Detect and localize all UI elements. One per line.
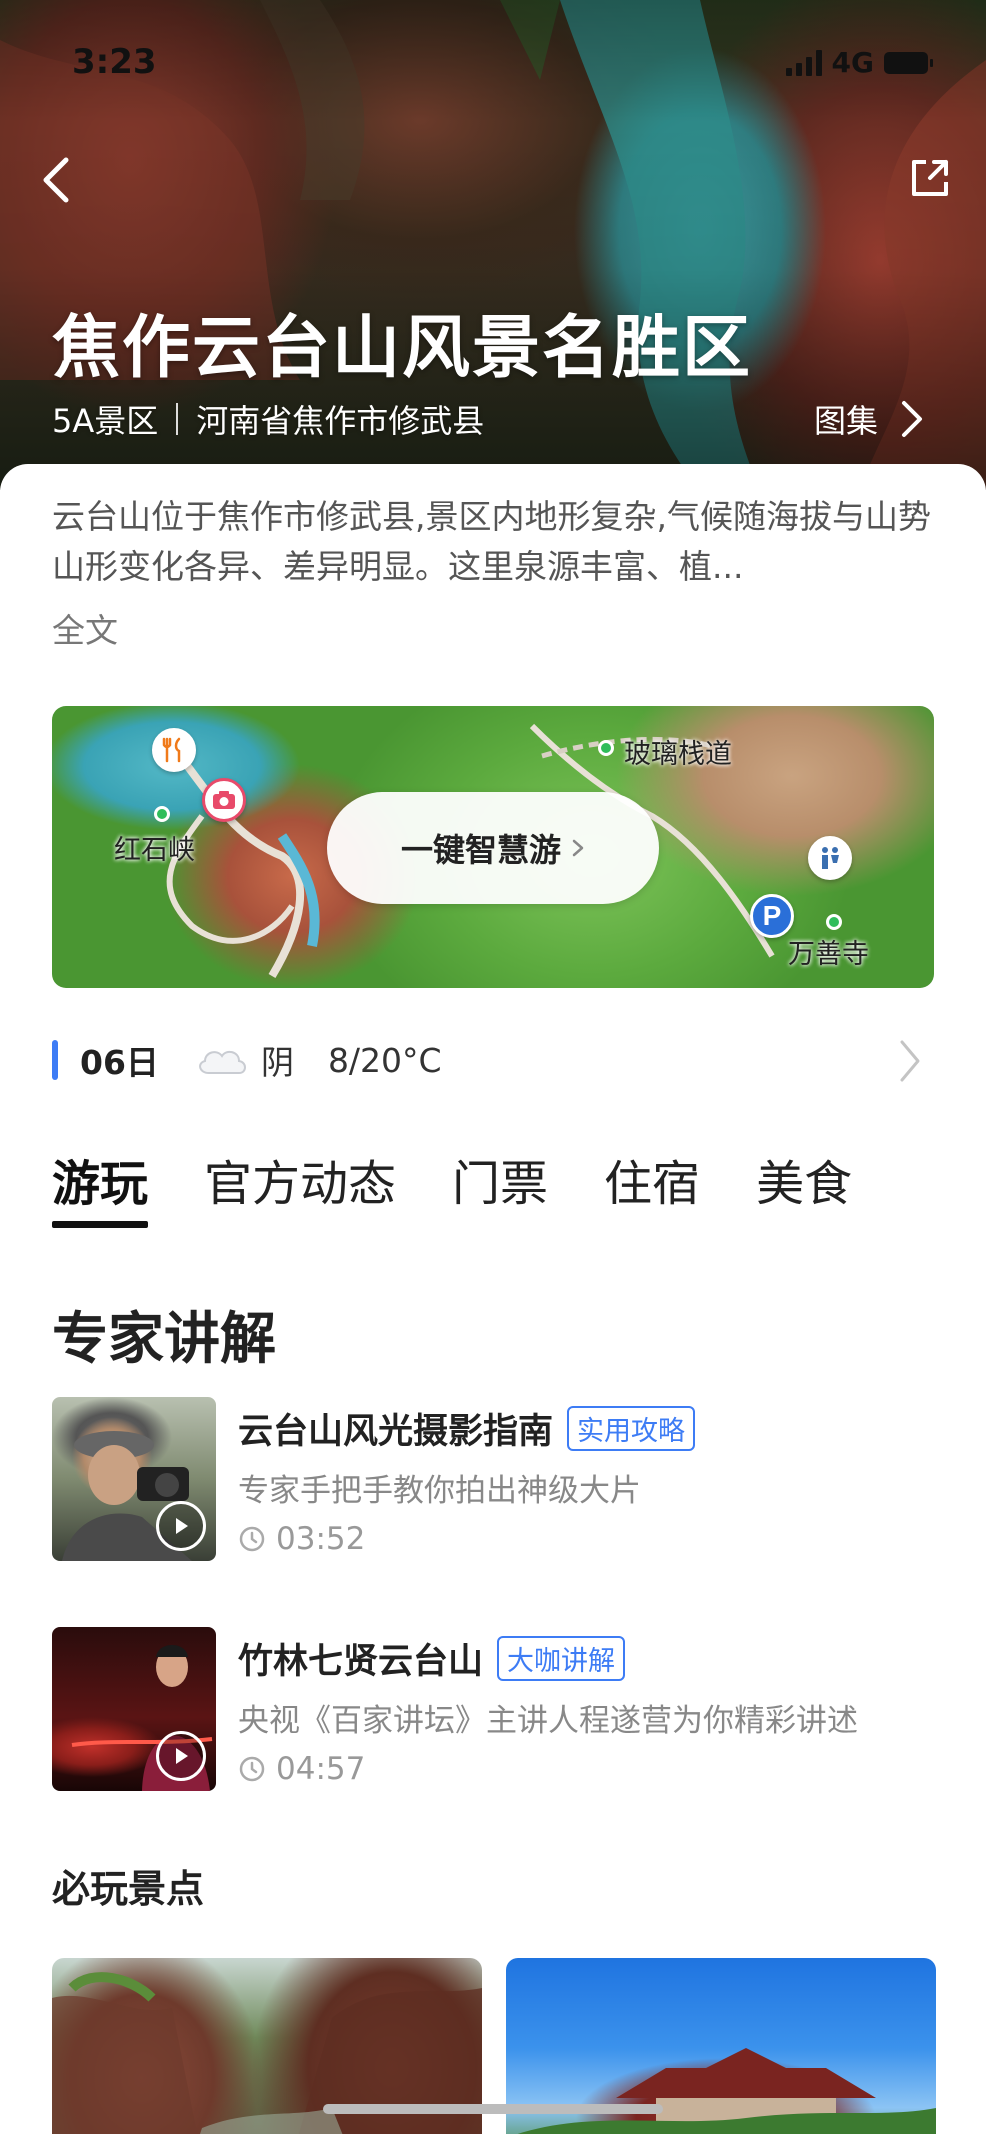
- description: 云台山位于焦作市修武县,景区内地形复杂,气候随海拔与山势山形变化各异、差异明显。…: [52, 492, 934, 592]
- signal-icon: [785, 49, 822, 76]
- play-button-icon[interactable]: [156, 1731, 206, 1781]
- cloud-icon: [199, 1050, 246, 1074]
- guide-duration-text: 04:57: [276, 1751, 366, 1787]
- chevron-right-icon: [900, 1040, 920, 1082]
- description-text: 云台山位于焦作市修武县,景区内地形复杂,气候随海拔与山势山形变化各异、差异明显。…: [52, 497, 931, 586]
- weather-temperature: 8/20°C: [327, 1040, 442, 1080]
- tab-official-news[interactable]: 官方动态: [204, 1144, 396, 1228]
- home-indicator[interactable]: [323, 2104, 663, 2114]
- restaurant-pin-icon[interactable]: [152, 728, 196, 772]
- tab-play[interactable]: 游玩: [52, 1144, 149, 1228]
- tab-food[interactable]: 美食: [756, 1144, 852, 1228]
- map-label-red-stone-gorge: 红石峡: [114, 835, 195, 866]
- guide-duration-text: 03:52: [276, 1521, 366, 1557]
- wanshan-temple-dot: [826, 914, 842, 930]
- hero-banner: 3:23 4G 焦作云台山风景名胜区 5A景区 河南省焦作市修武县 图集: [0, 0, 986, 490]
- guide-subtitle: 央视《百家讲坛》主讲人程遂营为你精彩讲述: [238, 1703, 858, 1739]
- share-icon: [912, 160, 948, 196]
- battery-icon: [884, 51, 933, 74]
- must-see-section-title: 必玩景点: [52, 1867, 205, 1911]
- chevron-right-icon: [572, 839, 584, 857]
- guide-tag: 大咖讲解: [497, 1636, 626, 1681]
- restroom-pin-icon[interactable]: [808, 836, 852, 880]
- guide-tag: 实用攻略: [567, 1406, 696, 1451]
- chevron-right-icon: [902, 401, 922, 437]
- scenic-location: 河南省焦作市修武县: [196, 402, 485, 440]
- weather-condition: 阴: [260, 1043, 294, 1082]
- guide-title-row: 竹林七贤云台山 大咖讲解: [238, 1633, 626, 1684]
- guide-title: 竹林七贤云台山: [238, 1642, 484, 1682]
- weather-row[interactable]: 06日 阴 8/20°C: [52, 1032, 934, 1088]
- subtitle-divider: [176, 403, 179, 435]
- guide-title: 云台山风光摄影指南: [238, 1412, 554, 1452]
- photo-spot-pin-icon[interactable]: [202, 778, 246, 822]
- tab-tickets[interactable]: 门票: [452, 1144, 548, 1228]
- smart-tour-label: 一键智慧游: [400, 831, 561, 869]
- weather-date: 06日: [80, 1043, 159, 1082]
- page-title: 焦作云台山风景名胜区: [52, 309, 753, 388]
- guide-thumbnail: [52, 1627, 216, 1791]
- guide-duration: 04:57: [238, 1751, 365, 1787]
- expert-section-title: 专家讲解: [52, 1307, 276, 1372]
- smart-tour-button[interactable]: 一键智慧游: [327, 792, 659, 904]
- clock-icon: [239, 1526, 265, 1552]
- content-card: 云台山位于焦作市修武县,景区内地形复杂,气候随海拔与山势山形变化各异、差异明显。…: [0, 464, 986, 2134]
- category-tabs: 游玩 官方动态 门票 住宿 美食: [52, 1144, 852, 1228]
- guide-duration: 03:52: [238, 1521, 365, 1557]
- scenic-map[interactable]: 红石峡 玻璃栈道 P 万善寺 一键智慧游: [52, 706, 934, 988]
- red-stone-gorge-dot: [154, 806, 170, 822]
- guide-thumbnail: [52, 1397, 216, 1561]
- gallery-label: 图集: [813, 402, 878, 440]
- play-button-icon[interactable]: [156, 1501, 206, 1551]
- glass-walkway-dot: [598, 740, 614, 756]
- read-full-text-link[interactable]: 全文: [52, 604, 118, 652]
- clock-icon: [239, 1756, 265, 1782]
- tab-lodging[interactable]: 住宿: [604, 1144, 700, 1228]
- back-button[interactable]: [34, 150, 78, 210]
- hero-subtitle: 5A景区 河南省焦作市修武县: [52, 396, 484, 442]
- share-button[interactable]: [908, 156, 952, 200]
- guide-item[interactable]: 云台山风光摄影指南 实用攻略 专家手把手教你拍出神级大片 03:52: [52, 1397, 934, 1561]
- network-type: 4G: [831, 46, 874, 79]
- guide-item[interactable]: 竹林七贤云台山 大咖讲解 央视《百家讲坛》主讲人程遂营为你精彩讲述 04:57: [52, 1627, 934, 1791]
- map-label-glass-walkway: 玻璃栈道: [624, 739, 732, 770]
- scenic-level: 5A景区: [52, 402, 159, 440]
- weather-accent-bar: [52, 1040, 58, 1080]
- guide-title-row: 云台山风光摄影指南 实用攻略: [238, 1403, 696, 1454]
- guide-subtitle: 专家手把手教你拍出神级大片: [238, 1473, 641, 1509]
- chevron-left-icon: [43, 157, 69, 203]
- gallery-link[interactable]: 图集: [814, 396, 926, 442]
- status-bar-right: 4G: [785, 46, 933, 79]
- status-time: 3:23: [72, 42, 157, 82]
- map-label-wanshan-temple: 万善寺: [788, 939, 869, 970]
